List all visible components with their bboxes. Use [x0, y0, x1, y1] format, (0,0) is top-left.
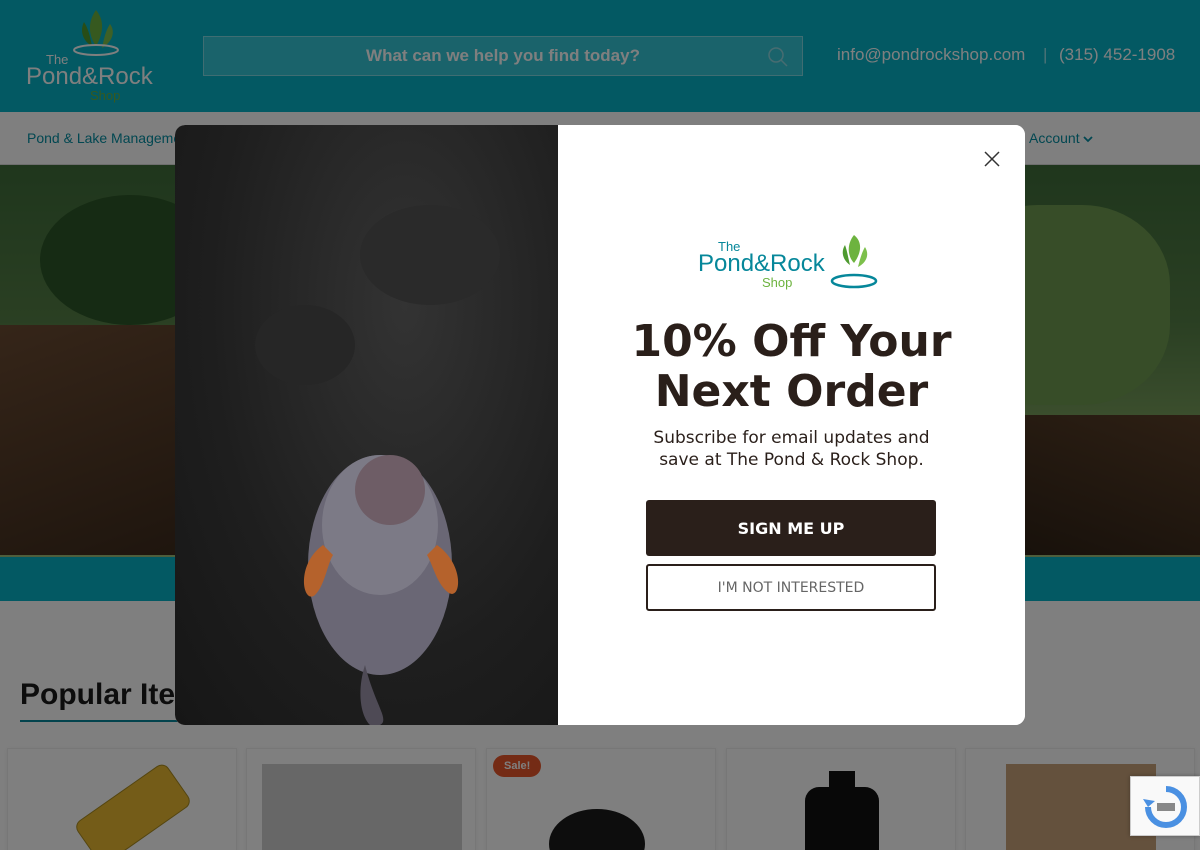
- modal-logo: The Pond&Rock Shop: [698, 235, 883, 295]
- close-icon[interactable]: [980, 147, 1004, 171]
- not-interested-button[interactable]: I'M NOT INTERESTED: [646, 564, 936, 611]
- modal-content: The Pond&Rock Shop 10% Off Your Next Ord…: [558, 125, 1025, 725]
- modal-headline: 10% Off Your Next Order: [558, 317, 1025, 417]
- sign-me-up-button[interactable]: SIGN ME UP: [646, 500, 936, 556]
- newsletter-modal: The Pond&Rock Shop 10% Off Your Next Ord…: [175, 125, 1025, 725]
- modal-subtext: Subscribe for email updates and save at …: [653, 428, 930, 470]
- svg-text:Pond&Rock: Pond&Rock: [698, 250, 826, 277]
- modal-headline-line2: Next Order: [654, 366, 929, 417]
- recaptcha-icon: [1143, 786, 1187, 828]
- recaptcha-badge[interactable]: [1130, 776, 1200, 836]
- svg-text:Shop: Shop: [762, 275, 792, 290]
- koi-fish-image: [175, 125, 558, 725]
- modal-headline-line1: 10% Off Your: [631, 316, 952, 367]
